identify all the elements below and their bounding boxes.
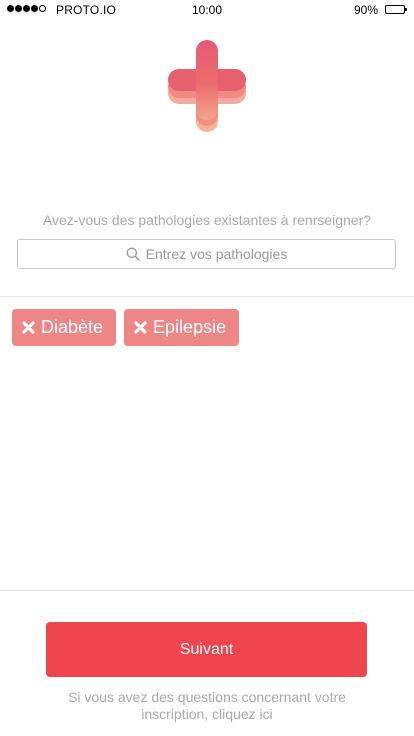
selected-pathologies: Diabète Epilepsie — [12, 309, 240, 346]
app-logo — [167, 40, 247, 132]
medical-cross-icon — [168, 40, 246, 132]
tag-epilepsie[interactable]: Epilepsie — [124, 309, 240, 346]
help-link[interactable]: Si vous avez des questions concernant vo… — [60, 689, 354, 723]
divider — [0, 590, 414, 591]
pathology-prompt: Avez-vous des pathologies existantes à r… — [42, 212, 372, 228]
battery-percentage: 90% — [353, 3, 378, 17]
battery-icon — [385, 5, 407, 14]
next-button[interactable]: Suivant — [46, 622, 367, 677]
tag-label: Epilepsie — [153, 317, 227, 337]
search-placeholder: Entrez vos pathologies — [145, 246, 288, 262]
status-time: 10:00 — [191, 3, 223, 17]
tag-diabete[interactable]: Diabète — [12, 309, 117, 346]
pathology-search-input[interactable]: Entrez vos pathologies — [17, 239, 396, 269]
tag-label: Diabète — [41, 317, 104, 337]
search-icon — [126, 247, 140, 261]
close-icon[interactable] — [134, 321, 147, 334]
status-bar: PROTO.IO 10:00 90% — [0, 0, 414, 20]
close-icon[interactable] — [22, 321, 35, 334]
divider — [0, 296, 414, 297]
